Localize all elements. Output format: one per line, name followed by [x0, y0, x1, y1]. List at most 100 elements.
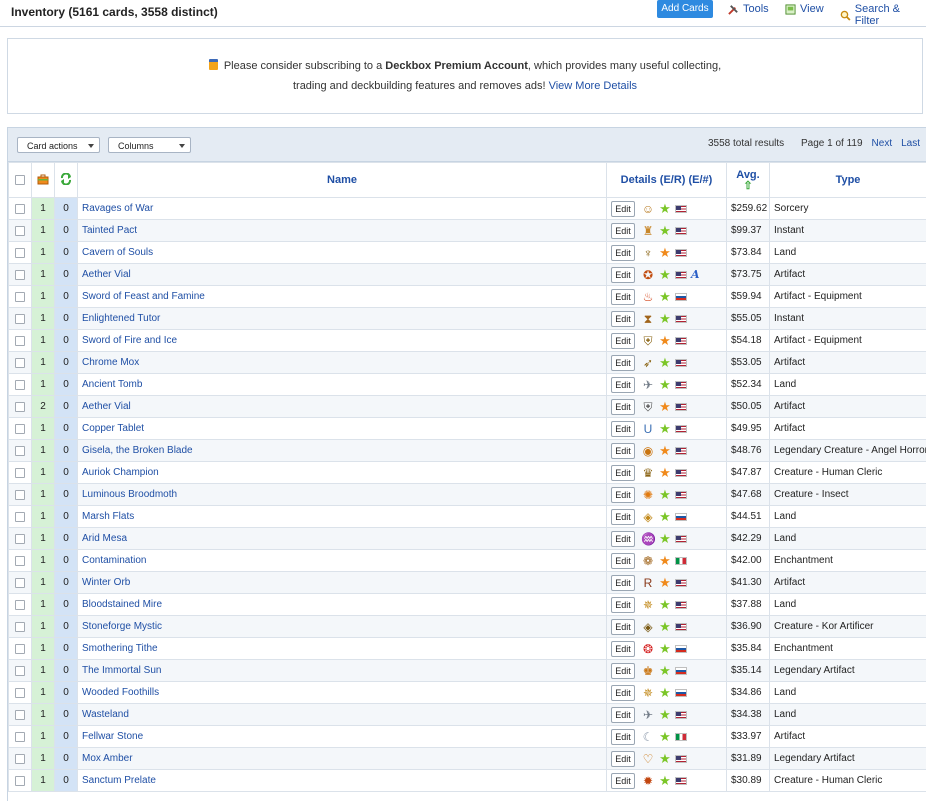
tradelist-count[interactable]: 1 — [32, 286, 55, 308]
wishlist-count[interactable]: 0 — [55, 418, 78, 440]
wishlist-count[interactable]: 0 — [55, 704, 78, 726]
edit-button[interactable]: Edit — [611, 663, 635, 679]
avg-price-column-header[interactable]: Avg.⇧ — [727, 163, 770, 198]
row-checkbox[interactable] — [15, 732, 25, 742]
edit-button[interactable]: Edit — [611, 333, 635, 349]
edit-button[interactable]: Edit — [611, 245, 635, 261]
tradelist-count[interactable]: 1 — [32, 704, 55, 726]
edit-button[interactable]: Edit — [611, 355, 635, 371]
card-name-link[interactable]: Fellwar Stone — [78, 726, 607, 748]
tradelist-count[interactable]: 1 — [32, 462, 55, 484]
row-checkbox[interactable] — [15, 270, 25, 280]
row-checkbox[interactable] — [15, 446, 25, 456]
row-checkbox[interactable] — [15, 622, 25, 632]
edit-button[interactable]: Edit — [611, 729, 635, 745]
edit-button[interactable]: Edit — [611, 201, 635, 217]
tradelist-count[interactable]: 1 — [32, 550, 55, 572]
set-symbol-icon[interactable]: ❂ — [641, 642, 655, 656]
set-symbol-icon[interactable]: ⧗ — [641, 312, 655, 326]
tradelist-count[interactable]: 1 — [32, 374, 55, 396]
set-symbol-icon[interactable]: ✈ — [641, 708, 655, 722]
wishlist-count[interactable]: 0 — [55, 198, 78, 220]
set-symbol-icon[interactable]: ♒ — [641, 532, 655, 546]
card-name-link[interactable]: The Immortal Sun — [78, 660, 607, 682]
wishlist-count[interactable]: 0 — [55, 440, 78, 462]
set-symbol-icon[interactable]: ✵ — [641, 686, 655, 700]
wishlist-count[interactable]: 0 — [55, 660, 78, 682]
tradelist-count[interactable]: 1 — [32, 770, 55, 792]
tradelist-count[interactable]: 1 — [32, 352, 55, 374]
set-symbol-icon[interactable]: ♆ — [641, 246, 655, 260]
set-symbol-icon[interactable]: ⛨ — [641, 334, 655, 348]
card-name-link[interactable]: Sword of Feast and Famine — [78, 286, 607, 308]
wishlist-header[interactable] — [55, 163, 78, 198]
card-name-link[interactable]: Arid Mesa — [78, 528, 607, 550]
tradelist-count[interactable]: 1 — [32, 440, 55, 462]
edit-button[interactable]: Edit — [611, 553, 635, 569]
last-page-link[interactable]: Last — [901, 138, 920, 149]
card-name-link[interactable]: Tainted Pact — [78, 220, 607, 242]
wishlist-count[interactable]: 0 — [55, 484, 78, 506]
tools-menu[interactable]: Tools — [728, 3, 769, 15]
tradelist-count[interactable]: 1 — [32, 330, 55, 352]
row-checkbox[interactable] — [15, 754, 25, 764]
card-name-link[interactable]: Copper Tablet — [78, 418, 607, 440]
tradelist-count[interactable]: 2 — [32, 396, 55, 418]
card-name-link[interactable]: Ravages of War — [78, 198, 607, 220]
view-menu[interactable]: View — [785, 3, 824, 15]
card-name-link[interactable]: Contamination — [78, 550, 607, 572]
edit-button[interactable]: Edit — [611, 311, 635, 327]
wishlist-count[interactable]: 0 — [55, 220, 78, 242]
search-filter-menu[interactable]: Search & Filter — [840, 3, 926, 27]
edit-button[interactable]: Edit — [611, 531, 635, 547]
card-name-link[interactable]: Ancient Tomb — [78, 374, 607, 396]
card-name-link[interactable]: Sword of Fire and Ice — [78, 330, 607, 352]
set-symbol-icon[interactable]: ♡ — [641, 752, 655, 766]
edit-button[interactable]: Edit — [611, 641, 635, 657]
row-checkbox[interactable] — [15, 380, 25, 390]
set-symbol-icon[interactable]: ☾ — [641, 730, 655, 744]
row-checkbox[interactable] — [15, 512, 25, 522]
edit-button[interactable]: Edit — [611, 267, 635, 283]
row-checkbox[interactable] — [15, 204, 25, 214]
card-name-link[interactable]: Gisela, the Broken Blade — [78, 440, 607, 462]
set-symbol-icon[interactable]: ♛ — [641, 466, 655, 480]
tradelist-count[interactable]: 1 — [32, 748, 55, 770]
tradelist-count[interactable]: 1 — [32, 726, 55, 748]
row-checkbox[interactable] — [15, 776, 25, 786]
card-name-link[interactable]: Stoneforge Mystic — [78, 616, 607, 638]
row-checkbox[interactable] — [15, 248, 25, 258]
wishlist-count[interactable]: 0 — [55, 682, 78, 704]
card-name-link[interactable]: Smothering Tithe — [78, 638, 607, 660]
edit-button[interactable]: Edit — [611, 575, 635, 591]
card-actions-dropdown[interactable]: Card actions — [17, 137, 100, 153]
wishlist-count[interactable]: 0 — [55, 550, 78, 572]
row-checkbox[interactable] — [15, 710, 25, 720]
row-checkbox[interactable] — [15, 666, 25, 676]
row-checkbox[interactable] — [15, 424, 25, 434]
wishlist-count[interactable]: 0 — [55, 528, 78, 550]
tradelist-count[interactable]: 1 — [32, 616, 55, 638]
set-symbol-icon[interactable]: ☺ — [641, 202, 655, 216]
wishlist-count[interactable]: 0 — [55, 308, 78, 330]
set-symbol-icon[interactable]: ♚ — [641, 664, 655, 678]
tradelist-count[interactable]: 1 — [32, 264, 55, 286]
card-name-link[interactable]: Sanctum Prelate — [78, 770, 607, 792]
edit-button[interactable]: Edit — [611, 421, 635, 437]
add-cards-button[interactable]: Add Cards — [657, 0, 713, 18]
tradelist-count[interactable]: 1 — [32, 594, 55, 616]
wishlist-count[interactable]: 0 — [55, 594, 78, 616]
card-name-link[interactable]: Wooded Foothills — [78, 682, 607, 704]
view-more-details-link[interactable]: View More Details — [549, 80, 637, 92]
edit-button[interactable]: Edit — [611, 289, 635, 305]
card-name-link[interactable]: Bloodstained Mire — [78, 594, 607, 616]
card-name-link[interactable]: Luminous Broodmoth — [78, 484, 607, 506]
row-checkbox[interactable] — [15, 358, 25, 368]
set-symbol-icon[interactable]: ◉ — [641, 444, 655, 458]
tradelist-count[interactable]: 1 — [32, 660, 55, 682]
edit-button[interactable]: Edit — [611, 773, 635, 789]
row-checkbox[interactable] — [15, 314, 25, 324]
tradelist-count[interactable]: 1 — [32, 638, 55, 660]
row-checkbox[interactable] — [15, 688, 25, 698]
wishlist-count[interactable]: 0 — [55, 616, 78, 638]
